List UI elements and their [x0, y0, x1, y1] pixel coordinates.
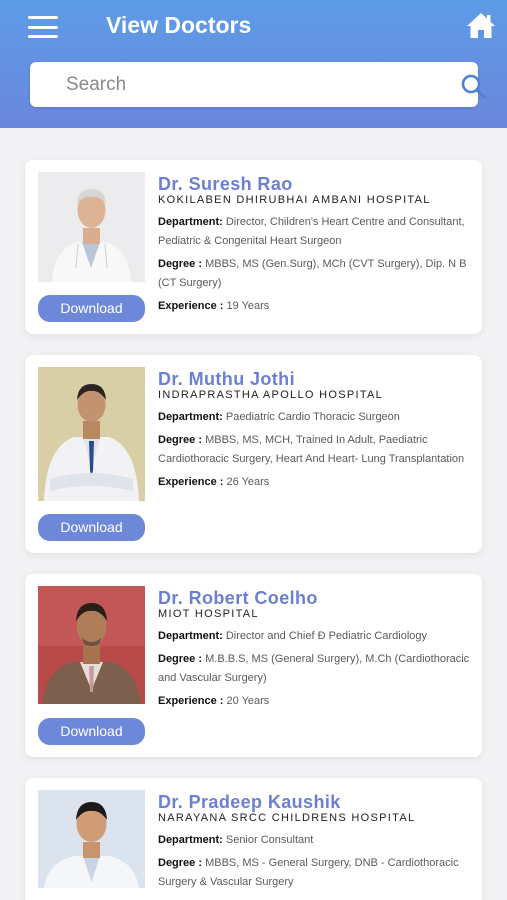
- department-label: Department:: [158, 411, 223, 423]
- department-label: Department:: [158, 216, 223, 228]
- degree-row: Degree : MBBS, MS, MCH, Trained In Adult…: [158, 431, 472, 469]
- experience-row: Experience : 26 Years: [158, 473, 472, 492]
- degree-row: Degree : MBBS, MS - General Surgery, DNB…: [158, 854, 472, 892]
- doctor-name: Dr. Pradeep Kaushik: [158, 792, 341, 812]
- degree-row: Degree : M.B.B.S, MS (General Surgery), …: [158, 650, 472, 688]
- experience-value: 26 Years: [226, 476, 270, 488]
- doctor-name: Dr. Suresh Rao: [158, 174, 293, 194]
- degree-value: M.B.B.S, MS (General Surgery), M.Ch (Car…: [158, 653, 470, 684]
- degree-label: Degree :: [158, 653, 203, 665]
- degree-label: Degree :: [158, 857, 203, 869]
- doctor-card: Download Dr. Muthu Jothi INDRAPRASTHA AP…: [25, 355, 482, 553]
- hospital-name: KOKILABEN DHIRUBHAI AMBANI HOSPITAL: [158, 194, 431, 206]
- hospital-name: NARAYANA SRCC CHILDRENS HOSPITAL: [158, 812, 416, 824]
- doctor-photo: [38, 172, 145, 282]
- department-row: Department: Senior Consultant: [158, 831, 472, 850]
- experience-label: Experience :: [158, 476, 224, 488]
- doctor-name: Dr. Robert Coelho: [158, 588, 318, 608]
- doctor-card: Download Dr. Suresh Rao KOKILABEN DHIRUB…: [25, 160, 482, 334]
- department-row: Department: Director and Chief Ð Pediatr…: [158, 627, 472, 646]
- experience-value: 20 Years: [226, 695, 270, 707]
- hospital-name: MIOT HOSPITAL: [158, 608, 259, 620]
- doctor-photo: [38, 586, 145, 704]
- header-bar: View Doctors: [0, 0, 507, 128]
- degree-value: MBBS, MS (Gen.Surg), MCh (CVT Surgery), …: [158, 258, 467, 289]
- degree-label: Degree :: [158, 434, 203, 446]
- department-row: Department: Director, Children's Heart C…: [158, 213, 472, 251]
- page-title: View Doctors: [106, 12, 252, 38]
- home-icon[interactable]: [466, 11, 496, 39]
- download-button[interactable]: Download: [38, 514, 145, 541]
- search-icon[interactable]: [460, 73, 486, 99]
- department-label: Department:: [158, 834, 223, 846]
- experience-row: Experience : 20 Years: [158, 692, 472, 711]
- department-value: Director and Chief Ð Pediatric Cardiolog…: [225, 630, 428, 642]
- degree-label: Degree :: [158, 258, 203, 270]
- doctor-photo: [38, 790, 145, 888]
- degree-value: MBBS, MS, MCH, Trained In Adult, Paediat…: [158, 434, 465, 465]
- doctor-name: Dr. Muthu Jothi: [158, 369, 295, 389]
- search-bar: [30, 62, 486, 107]
- download-button[interactable]: Download: [38, 718, 145, 745]
- search-input[interactable]: [66, 62, 446, 107]
- department-row: Department: Paediatric Cardio Thoracic S…: [158, 408, 472, 427]
- hospital-name: INDRAPRASTHA APOLLO HOSPITAL: [158, 389, 384, 401]
- doctor-photo: [38, 367, 145, 501]
- department-value: Senior Consultant: [225, 834, 314, 846]
- degree-row: Degree : MBBS, MS (Gen.Surg), MCh (CVT S…: [158, 255, 472, 293]
- experience-value: 19 Years: [226, 300, 270, 312]
- experience-label: Experience :: [158, 300, 224, 312]
- experience-label: Experience :: [158, 695, 224, 707]
- department-value: Paediatric Cardio Thoracic Surgeon: [225, 411, 400, 423]
- download-button[interactable]: Download: [38, 295, 145, 322]
- experience-row: Experience : 19 Years: [158, 297, 472, 316]
- menu-icon[interactable]: [28, 16, 58, 38]
- doctor-card: Dr. Pradeep Kaushik NARAYANA SRCC CHILDR…: [25, 778, 482, 900]
- degree-value: MBBS, MS - General Surgery, DNB - Cardio…: [158, 857, 459, 888]
- department-label: Department:: [158, 630, 223, 642]
- doctor-card: Download Dr. Robert Coelho MIOT HOSPITAL…: [25, 574, 482, 757]
